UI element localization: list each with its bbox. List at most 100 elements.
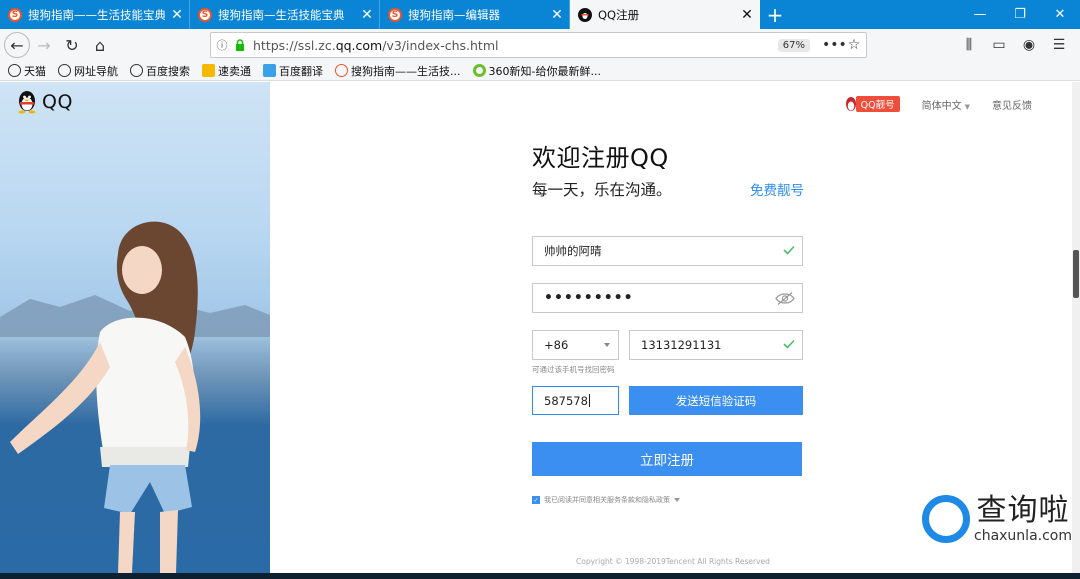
agreement-row: ✓ 我已阅读并同意相关服务条款和隐私政策 [532, 495, 680, 505]
url-prefix: https://ssl.zc. [253, 37, 336, 53]
tab-title: 搜狗指南——生活技能宝典 [28, 7, 165, 22]
url-host: qq.com [335, 37, 383, 53]
bookmark-item[interactable]: 搜狗指南——生活技... [335, 63, 461, 79]
tab-sogou-2[interactable]: S 搜狗指南—生活技能宝典 ✕ [190, 0, 380, 29]
lock-icon[interactable] [233, 38, 247, 52]
account-icon[interactable]: ◉ [1014, 32, 1044, 58]
nav-bar: ← → ↻ ⌂ ⓘ https://ssl.zc.qq.com/v3/index… [0, 29, 1080, 61]
watermark-logo: 查询啦 chaxunla.com [922, 494, 1072, 544]
close-icon[interactable]: ✕ [165, 7, 189, 23]
phone-field[interactable]: 13131291131 [629, 330, 803, 360]
close-icon[interactable]: ✕ [735, 7, 759, 23]
password-value: ••••••••• [544, 290, 634, 306]
back-icon[interactable]: ← [4, 32, 30, 58]
phone-value: 13131291131 [641, 338, 722, 352]
language-select[interactable]: 简体中文 ▼ [922, 97, 970, 112]
qq-penguin-icon [845, 97, 856, 111]
page-actions-icon[interactable]: ••• [822, 37, 847, 53]
feedback-link[interactable]: 意见反馈 [992, 97, 1032, 112]
window-controls: — ❐ ✕ [960, 0, 1080, 29]
bookmark-item[interactable]: 速卖通 [202, 63, 251, 79]
qq-liang-link[interactable]: QQ靓号 [844, 96, 900, 112]
close-icon[interactable]: ✕ [355, 7, 379, 23]
scrollbar-thumb[interactable] [1073, 250, 1079, 298]
toolbar-right: ⫼ ▭ ◉ ☰ [954, 32, 1074, 58]
register-button[interactable]: 立即注册 [532, 442, 802, 476]
page-header-links: QQ靓号 简体中文 ▼ 意见反馈 [844, 96, 1032, 112]
tab-title: 搜狗指南—编辑器 [408, 7, 500, 22]
info-icon[interactable]: ⓘ [211, 37, 233, 53]
aliexpress-icon [202, 64, 215, 77]
sidebar-icon[interactable]: ▭ [984, 32, 1014, 58]
bookmark-label: 网址导航 [74, 64, 118, 78]
tab-bar: S 搜狗指南——生活技能宝典 ✕ S 搜狗指南—生活技能宝典 ✕ S 搜狗指南—… [0, 0, 1080, 29]
tab-qq-register[interactable]: QQ注册 ✕ [570, 0, 760, 29]
tab-title: QQ注册 [598, 7, 640, 22]
eye-hidden-icon[interactable] [775, 291, 795, 306]
qq-logo[interactable]: QQ [16, 90, 73, 114]
watermark-cn: 查询啦 [976, 493, 1070, 528]
taskbar [0, 573, 1080, 579]
library-icon[interactable]: ⫼ [954, 32, 984, 58]
check-icon [783, 245, 795, 255]
globe-icon [58, 64, 71, 77]
check-icon [783, 339, 795, 349]
free-number-link[interactable]: 免费靓号 [750, 179, 804, 199]
sogou-icon: S [388, 7, 402, 22]
bookmark-label: 搜狗指南——生活技... [351, 64, 461, 78]
country-code-value: +86 [544, 338, 569, 352]
country-code-select[interactable]: +86 [532, 330, 619, 360]
agreement-checkbox[interactable]: ✓ [532, 496, 540, 504]
globe-icon [8, 64, 21, 77]
password-field[interactable]: ••••••••• [532, 283, 803, 313]
subtitle: 每一天，乐在沟通。 [532, 181, 672, 199]
translate-icon [263, 64, 276, 77]
nickname-field[interactable]: 帅帅的阿晴 [532, 236, 803, 266]
bookmark-label: 360新知-给你最新鲜... [488, 64, 601, 78]
sogou-icon: S [8, 7, 22, 22]
url-path: /v3/index-chs.html [382, 37, 499, 53]
woman-figure-graphic [10, 221, 201, 573]
subtitle-row: 每一天，乐在沟通。 免费靓号 [532, 178, 804, 200]
send-sms-button[interactable]: 发送短信验证码 [629, 386, 803, 415]
menu-icon[interactable]: ☰ [1044, 32, 1074, 58]
qq-penguin-icon [18, 91, 36, 114]
sms-code-field[interactable]: 587578 [532, 386, 619, 415]
minimize-icon[interactable]: — [960, 0, 1000, 29]
bookmarks-bar: 天猫 网址导航 百度搜索 速卖通 百度翻译 搜狗指南——生活技... 360新知… [0, 61, 1080, 81]
bookmark-item[interactable]: 天猫 [8, 63, 46, 79]
home-icon[interactable]: ⌂ [86, 31, 114, 59]
bookmark-item[interactable]: 360新知-给你最新鲜... [472, 63, 601, 79]
url-bar[interactable]: ⓘ https://ssl.zc.qq.com/v3/index-chs.htm… [210, 32, 867, 58]
logo-text: QQ [42, 91, 73, 113]
tab-title: 搜狗指南—生活技能宝典 [218, 7, 345, 22]
copyright: Copyright © 1998-2019Tencent All Rights … [576, 557, 770, 566]
bookmark-star-icon[interactable]: ☆ [842, 37, 866, 53]
bookmark-item[interactable]: 百度翻译 [263, 63, 323, 79]
tab-sogou-1[interactable]: S 搜狗指南——生活技能宝典 ✕ [0, 0, 190, 29]
chevron-down-icon[interactable] [674, 498, 680, 502]
sms-code-value: 587578 [544, 393, 588, 408]
forward-icon[interactable]: → [30, 31, 58, 59]
360-icon [472, 64, 486, 77]
close-window-icon[interactable]: ✕ [1040, 0, 1080, 29]
bookmark-item[interactable]: 百度搜索 [130, 63, 190, 79]
nickname-value: 帅帅的阿晴 [544, 244, 602, 258]
tab-sogou-editor[interactable]: S 搜狗指南—编辑器 ✕ [380, 0, 570, 29]
scrollbar[interactable] [1072, 82, 1080, 573]
zoom-badge[interactable]: 67% [777, 38, 810, 52]
watermark-text: 查询啦 chaxunla.com [974, 493, 1072, 545]
reload-icon[interactable]: ↻ [58, 31, 86, 59]
close-icon[interactable]: ✕ [545, 7, 569, 23]
bookmark-label: 百度搜索 [146, 64, 190, 78]
phone-hint: 可通过该手机号找回密码 [532, 365, 615, 374]
new-tab-button[interactable]: + [760, 0, 790, 29]
bookmark-label: 百度翻译 [279, 64, 323, 78]
bookmark-item[interactable]: 网址导航 [58, 63, 118, 79]
chevron-down-icon: ▼ [964, 102, 970, 111]
text-cursor [588, 394, 590, 407]
watermark-q-icon [922, 495, 970, 543]
agreement-text[interactable]: 我已阅读并同意相关服务条款和隐私政策 [544, 495, 670, 505]
url-text[interactable]: https://ssl.zc.qq.com/v3/index-chs.html [253, 38, 778, 53]
restore-icon[interactable]: ❐ [1000, 0, 1040, 29]
